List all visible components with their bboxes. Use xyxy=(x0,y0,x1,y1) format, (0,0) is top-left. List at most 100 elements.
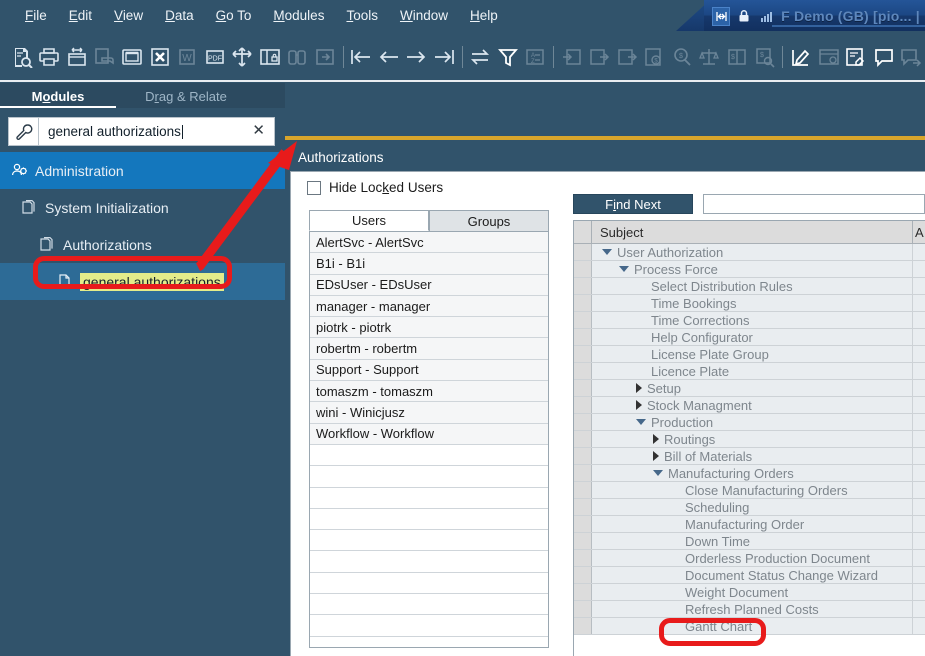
list-item[interactable]: robertm - robertm xyxy=(310,338,548,359)
authorization-cell[interactable] xyxy=(913,431,925,447)
subject-cell[interactable]: Process Force xyxy=(592,261,913,277)
subject-cell[interactable]: Orderless Production Document xyxy=(592,550,913,566)
form-settings-icon[interactable] xyxy=(816,40,842,74)
sidebar-item-system-initialization[interactable]: System Initialization xyxy=(0,189,285,226)
list-item[interactable]: piotrk - piotrk xyxy=(310,317,548,338)
export-pdf-icon[interactable]: PDF xyxy=(202,40,228,74)
subject-cell[interactable]: Manufacturing Order xyxy=(592,516,913,532)
table-row[interactable]: User Authorization xyxy=(574,244,925,261)
subject-cell[interactable]: Bill of Materials xyxy=(592,448,913,464)
subject-cell[interactable]: Weight Document xyxy=(592,584,913,600)
chevron-down-icon[interactable] xyxy=(619,266,629,272)
menu-item-tools[interactable]: Tools xyxy=(335,5,389,26)
menu-item-go-to[interactable]: Go To xyxy=(205,5,263,26)
subject-cell[interactable]: Stock Managment xyxy=(592,397,913,413)
list-item[interactable]: EDsUser - EDsUser xyxy=(310,275,548,296)
table-row[interactable]: Production xyxy=(574,414,925,431)
go-to-record-icon[interactable] xyxy=(312,40,338,74)
find-amount-icon[interactable]: $ xyxy=(752,40,778,74)
authorization-cell[interactable] xyxy=(913,533,925,549)
find-input[interactable] xyxy=(703,194,925,214)
table-row[interactable]: Weight Document xyxy=(574,584,925,601)
lock-layout-icon[interactable] xyxy=(257,40,283,74)
page-layout-icon[interactable] xyxy=(119,40,145,74)
list-item-empty[interactable] xyxy=(310,594,548,615)
list-item-empty[interactable] xyxy=(310,573,548,594)
table-row[interactable]: Scheduling xyxy=(574,499,925,516)
list-item-empty[interactable] xyxy=(310,530,548,551)
subject-cell[interactable]: License Plate Group xyxy=(592,346,913,362)
subject-cell[interactable]: Gantt Chart xyxy=(592,618,913,634)
chevron-down-icon[interactable] xyxy=(636,419,646,425)
tab-modules[interactable]: Modules xyxy=(0,87,116,108)
list-item-empty[interactable] xyxy=(310,466,548,487)
table-row[interactable]: Manufacturing Order xyxy=(574,516,925,533)
authorization-cell[interactable] xyxy=(913,261,925,277)
table-row[interactable]: Refresh Planned Costs xyxy=(574,601,925,618)
list-item[interactable]: tomaszm - tomaszm xyxy=(310,381,548,402)
authorization-cell[interactable] xyxy=(913,499,925,515)
authorization-cell[interactable] xyxy=(913,363,925,379)
tab-users[interactable]: Users xyxy=(309,210,429,231)
sidebar-item-administration[interactable]: Administration xyxy=(0,152,285,189)
authorization-cell[interactable] xyxy=(913,380,925,396)
table-row[interactable]: Stock Managment xyxy=(574,397,925,414)
filter-icon[interactable] xyxy=(495,40,521,74)
list-item-empty[interactable] xyxy=(310,445,548,466)
table-row[interactable]: Document Status Change Wizard xyxy=(574,567,925,584)
list-item[interactable]: Support - Support xyxy=(310,360,548,381)
move-resize-icon[interactable] xyxy=(229,40,255,74)
hide-locked-users-checkbox[interactable]: Hide Locked Users xyxy=(307,180,443,195)
table-row[interactable]: Gantt Chart xyxy=(574,618,925,635)
subject-cell[interactable]: Manufacturing Orders xyxy=(592,465,913,481)
chevron-down-icon[interactable] xyxy=(602,249,612,255)
authorization-cell[interactable] xyxy=(913,295,925,311)
authorization-cell[interactable] xyxy=(913,618,925,634)
authorization-cell[interactable] xyxy=(913,244,925,260)
export-word-icon[interactable]: W xyxy=(174,40,200,74)
list-item-empty[interactable] xyxy=(310,637,548,648)
table-row[interactable]: Bill of Materials xyxy=(574,448,925,465)
currency-column-icon[interactable]: $ xyxy=(724,40,750,74)
sidebar-item-general-authorizations[interactable]: general authorizations xyxy=(0,263,285,300)
users-list[interactable]: AlertSvc - AlertSvcB1i - B1iEDsUser - ED… xyxy=(309,231,549,648)
table-row[interactable]: Licence Plate xyxy=(574,363,925,380)
table-row[interactable]: Time Bookings xyxy=(574,295,925,312)
authorization-cell[interactable] xyxy=(913,584,925,600)
subject-cell[interactable]: Setup xyxy=(592,380,913,396)
subject-cell[interactable]: Help Configurator xyxy=(592,329,913,345)
send-message-icon[interactable] xyxy=(898,40,924,74)
subject-cell[interactable]: Time Corrections xyxy=(592,312,913,328)
subject-cell[interactable]: Licence Plate xyxy=(592,363,913,379)
table-row[interactable]: Help Configurator xyxy=(574,329,925,346)
export-excel-icon[interactable] xyxy=(147,40,173,74)
delete-row-icon[interactable] xyxy=(587,40,613,74)
subject-cell[interactable]: Routings xyxy=(592,431,913,447)
print-icon[interactable] xyxy=(37,40,63,74)
authorization-cell[interactable] xyxy=(913,312,925,328)
table-row[interactable]: Setup xyxy=(574,380,925,397)
sidebar-item-authorizations[interactable]: Authorizations xyxy=(0,226,285,263)
payment-means-icon[interactable]: $ xyxy=(642,40,668,74)
menu-item-data[interactable]: Data xyxy=(154,5,205,26)
authorization-cell[interactable] xyxy=(913,397,925,413)
table-row[interactable]: Manufacturing Orders xyxy=(574,465,925,482)
binoculars-icon[interactable] xyxy=(284,40,310,74)
grid-header-authorization[interactable]: A xyxy=(913,221,925,243)
list-item-empty[interactable] xyxy=(310,615,548,636)
find-document-icon[interactable] xyxy=(9,40,35,74)
pin-window-icon[interactable] xyxy=(712,7,730,26)
list-item[interactable]: wini - Winicjusz xyxy=(310,402,548,423)
subject-cell[interactable]: Close Manufacturing Orders xyxy=(592,482,913,498)
menu-item-help[interactable]: Help xyxy=(459,5,509,26)
list-item[interactable]: B1i - B1i xyxy=(310,253,548,274)
list-item-empty[interactable] xyxy=(310,509,548,530)
table-row[interactable]: Time Corrections xyxy=(574,312,925,329)
lock-icon[interactable] xyxy=(735,7,753,26)
list-item[interactable]: manager - manager xyxy=(310,296,548,317)
chevron-down-icon[interactable] xyxy=(653,470,663,476)
table-row[interactable]: Close Manufacturing Orders xyxy=(574,482,925,499)
add-row-icon[interactable] xyxy=(559,40,585,74)
gross-profit-icon[interactable]: $ xyxy=(669,40,695,74)
user-defined-fields-icon[interactable] xyxy=(843,40,869,74)
